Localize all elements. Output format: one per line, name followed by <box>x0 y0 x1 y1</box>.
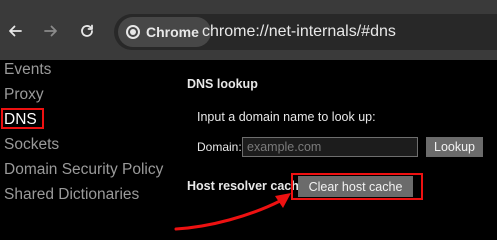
dns-highlight-box <box>1 108 44 129</box>
sidebar-item-domain-security-policy[interactable]: Domain Security Policy <box>4 160 163 180</box>
domain-input[interactable] <box>242 137 418 157</box>
chrome-icon <box>126 25 140 39</box>
clear-cache-highlight-box <box>291 173 423 200</box>
site-info-chip-label: Chrome <box>146 24 199 40</box>
address-bar[interactable]: Chrome chrome://net-internals/#dns <box>114 14 497 50</box>
dns-lookup-heading: DNS lookup <box>187 77 258 91</box>
sidebar: Events Proxy DNS Sockets Domain Security… <box>0 60 175 240</box>
dns-prompt-text: Input a domain name to look up: <box>197 110 376 124</box>
site-info-chip[interactable]: Chrome <box>118 17 211 47</box>
reload-icon[interactable] <box>76 20 98 42</box>
lookup-button[interactable]: Lookup <box>426 137 483 157</box>
host-resolver-cache-heading: Host resolver cache <box>187 179 306 193</box>
dns-panel: DNS lookup Input a domain name to look u… <box>175 60 497 240</box>
sidebar-item-shared-dictionaries[interactable]: Shared Dictionaries <box>4 185 139 205</box>
sidebar-item-events[interactable]: Events <box>4 60 51 80</box>
domain-label: Domain: <box>197 140 242 154</box>
forward-arrow-icon[interactable] <box>40 20 62 42</box>
back-arrow-icon[interactable] <box>4 20 26 42</box>
sidebar-item-proxy[interactable]: Proxy <box>4 85 44 105</box>
url-text[interactable]: chrome://net-internals/#dns <box>202 23 396 41</box>
browser-toolbar: Chrome chrome://net-internals/#dns <box>0 0 497 60</box>
sidebar-item-sockets[interactable]: Sockets <box>4 135 59 155</box>
